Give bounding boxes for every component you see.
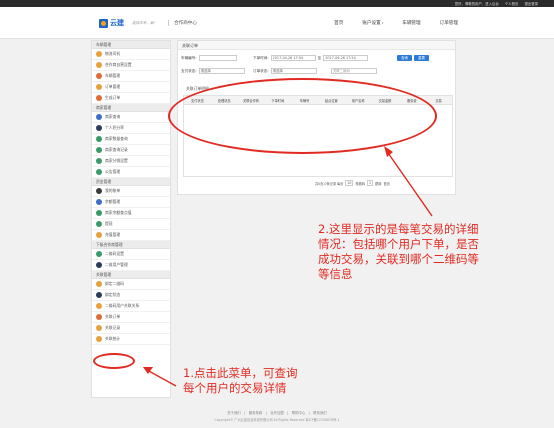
detail-arrow-line (385, 149, 433, 217)
note-line: 1.点击此菜单，可查询 (183, 366, 298, 380)
menu-arrow-line (146, 369, 177, 387)
detail-arrow-head (384, 146, 393, 157)
note-line: 情况：包括哪个用户下单，是否 (318, 237, 479, 251)
menu-explanation-note: 1.点击此菜单，可查询 每个用户的交易详情 (183, 366, 297, 396)
detail-explanation-note: 2.这里显示的是每笔交易的详细 情况：包括哪个用户下单，是否 成功交易，关联到哪个二… (318, 222, 479, 282)
annotation-arrows (143, 146, 433, 387)
footer-copyright: Copyright© 广州云建信息科技有限公司 All Rights Reser… (214, 418, 340, 422)
footer-links[interactable]: 关于我们 | 服务条款 | 合作加盟 | 帮助中心 | 联系我们 (0, 410, 554, 415)
note-line: 成功交易，关联到哪个二维码等 (318, 252, 479, 266)
note-line: 2.这里显示的是每笔交易的详细 (318, 222, 479, 236)
note-line: 等信息 (318, 267, 353, 281)
note-line: 每个用户的交易详情 (183, 381, 287, 395)
